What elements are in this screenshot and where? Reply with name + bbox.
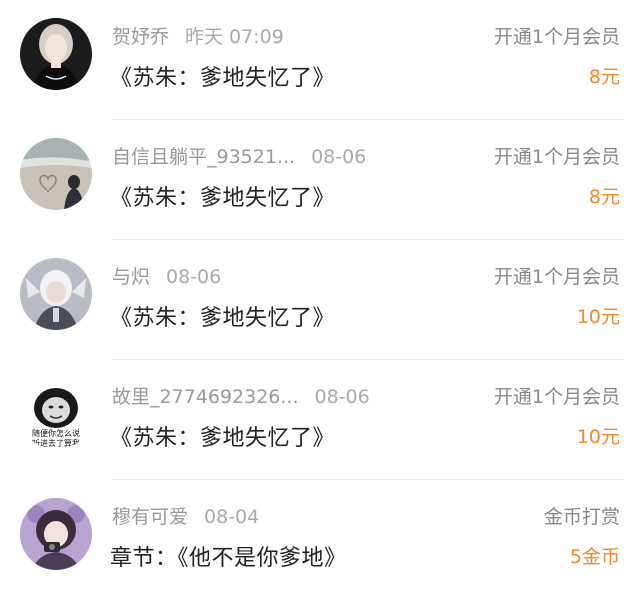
- timestamp: 08-04: [204, 506, 260, 528]
- book-title[interactable]: 《苏朱：爹地失忆了》: [110, 300, 335, 332]
- support-amount: 10元: [576, 426, 620, 448]
- avatar[interactable]: [20, 258, 92, 330]
- list-item[interactable]: 与炽 08-06 《苏朱：爹地失忆了》 开通1个月会员 10元: [0, 240, 640, 360]
- avatar-woman-dark-dress-icon: [20, 18, 92, 90]
- book-title[interactable]: 《苏朱：爹地失忆了》: [110, 180, 335, 212]
- avatar-caption-1: 随便你怎么说: [32, 428, 80, 438]
- avatar-beach-heart-icon: [20, 138, 92, 210]
- avatar-meme-face-icon: 随便你怎么说 听进去了算我: [20, 378, 92, 450]
- support-type: 金币打赏: [543, 506, 620, 528]
- user-name[interactable]: 贺妤乔: [112, 26, 169, 48]
- support-type: 开通1个月会员: [493, 266, 620, 288]
- avatar[interactable]: [20, 498, 92, 570]
- support-amount: 8元: [588, 66, 620, 88]
- avatar-girl-camera-icon: [20, 498, 92, 570]
- row-meta: 穆有可爱 08-04: [112, 502, 259, 529]
- row-meta: 与炽 08-06: [112, 262, 221, 289]
- book-title[interactable]: 《苏朱：爹地失忆了》: [110, 420, 335, 452]
- support-amount: 5金币: [569, 546, 620, 568]
- support-amount: 8元: [588, 186, 620, 208]
- avatar[interactable]: [20, 18, 92, 90]
- supporter-list: 贺妤乔 昨天 07:09 《苏朱：爹地失忆了》 开通1个月会员 8元 自信且躺平_…: [0, 0, 640, 599]
- timestamp: 08-06: [311, 146, 367, 168]
- timestamp: 昨天 07:09: [185, 26, 284, 48]
- row-meta: 贺妤乔 昨天 07:09: [112, 22, 284, 49]
- list-item[interactable]: 穆有可爱 08-04 章节：《他不是你爹地》 金币打赏 5金币: [0, 480, 640, 599]
- avatar-anime-white-hair-icon: [20, 258, 92, 330]
- user-name[interactable]: 与炽: [112, 266, 150, 288]
- row-meta: 自信且躺平_93521... 08-06: [112, 142, 366, 169]
- list-item[interactable]: 自信且躺平_93521... 08-06 《苏朱：爹地失忆了》 开通1个月会员 8…: [0, 120, 640, 240]
- avatar[interactable]: [20, 138, 92, 210]
- timestamp: 08-06: [314, 386, 370, 408]
- avatar[interactable]: 随便你怎么说 听进去了算我: [20, 378, 92, 450]
- support-type: 开通1个月会员: [493, 146, 620, 168]
- chapter-title[interactable]: 章节：《他不是你爹地》: [110, 540, 347, 572]
- timestamp: 08-06: [166, 266, 222, 288]
- support-type: 开通1个月会员: [493, 386, 620, 408]
- user-name[interactable]: 穆有可爱: [112, 506, 188, 528]
- avatar-caption-2: 听进去了算我: [32, 438, 80, 448]
- support-type: 开通1个月会员: [493, 26, 620, 48]
- list-item[interactable]: 贺妤乔 昨天 07:09 《苏朱：爹地失忆了》 开通1个月会员 8元: [0, 0, 640, 120]
- support-amount: 10元: [576, 306, 620, 328]
- user-name[interactable]: 自信且躺平_93521...: [112, 146, 295, 168]
- row-meta: 故里_2774692326... 08-06: [112, 382, 370, 409]
- book-title[interactable]: 《苏朱：爹地失忆了》: [110, 60, 335, 92]
- list-item[interactable]: 随便你怎么说 听进去了算我 故里_2774692326... 08-06 《苏朱：…: [0, 360, 640, 480]
- user-name[interactable]: 故里_2774692326...: [112, 386, 299, 408]
